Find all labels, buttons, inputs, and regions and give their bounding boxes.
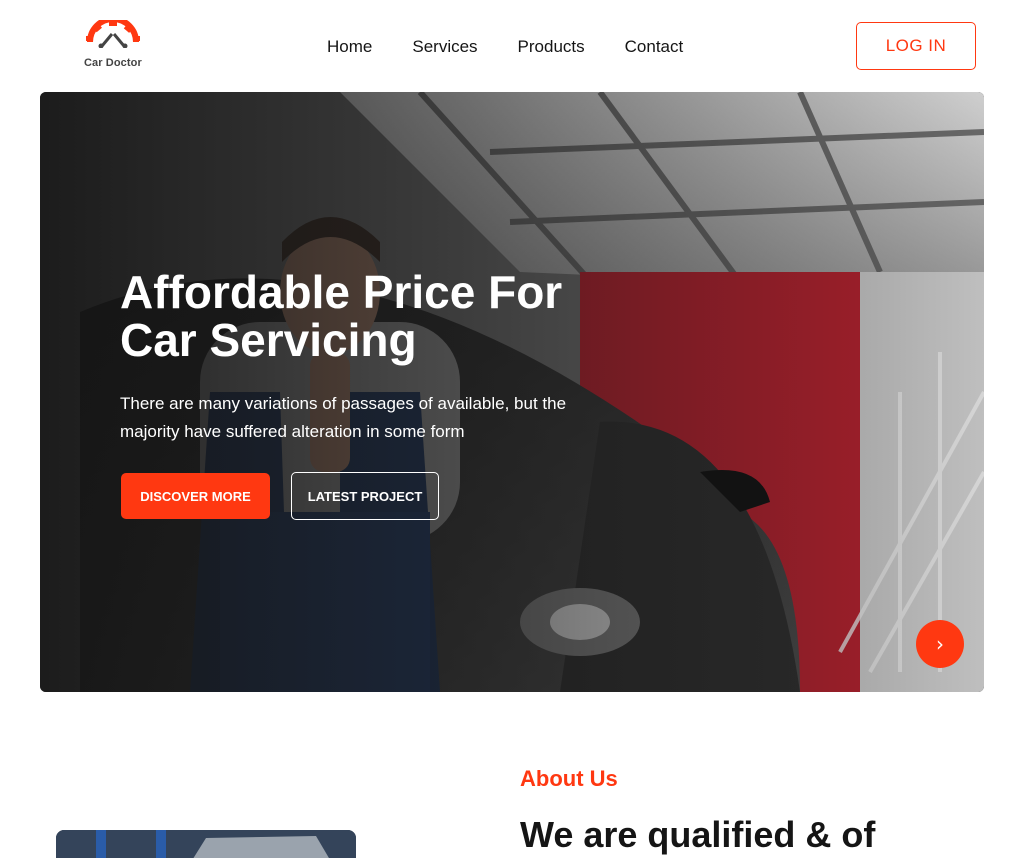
chevron-right-icon: › [936,632,944,656]
about-image [56,830,356,858]
nav-services[interactable]: Services [412,36,477,58]
latest-project-button[interactable]: LATEST PROJECT [291,472,439,520]
logo[interactable]: Car Doctor [82,20,148,72]
nav-products[interactable]: Products [518,36,585,58]
gear-wrench-logo-icon [86,20,140,48]
site-header: Car Doctor Home Services Products Contac… [0,0,1024,92]
nav-contact[interactable]: Contact [625,36,684,58]
hero-title: Affordable Price For Car Servicing [120,266,563,366]
next-slide-button[interactable]: › [916,620,964,668]
about-section-label: About Us [520,766,618,791]
main-nav: Home Services Products Contact [327,36,723,58]
logo-text: Car Doctor [84,57,142,69]
nav-home[interactable]: Home [327,36,372,58]
discover-more-button[interactable]: DISCOVER MORE [121,473,270,519]
login-button[interactable]: LOG IN [856,22,976,70]
hero-description: There are many variations of passages of… [120,394,567,441]
about-section-title: We are qualified & of [520,814,876,855]
hero-banner: Affordable Price For Car Servicing There… [40,92,984,692]
